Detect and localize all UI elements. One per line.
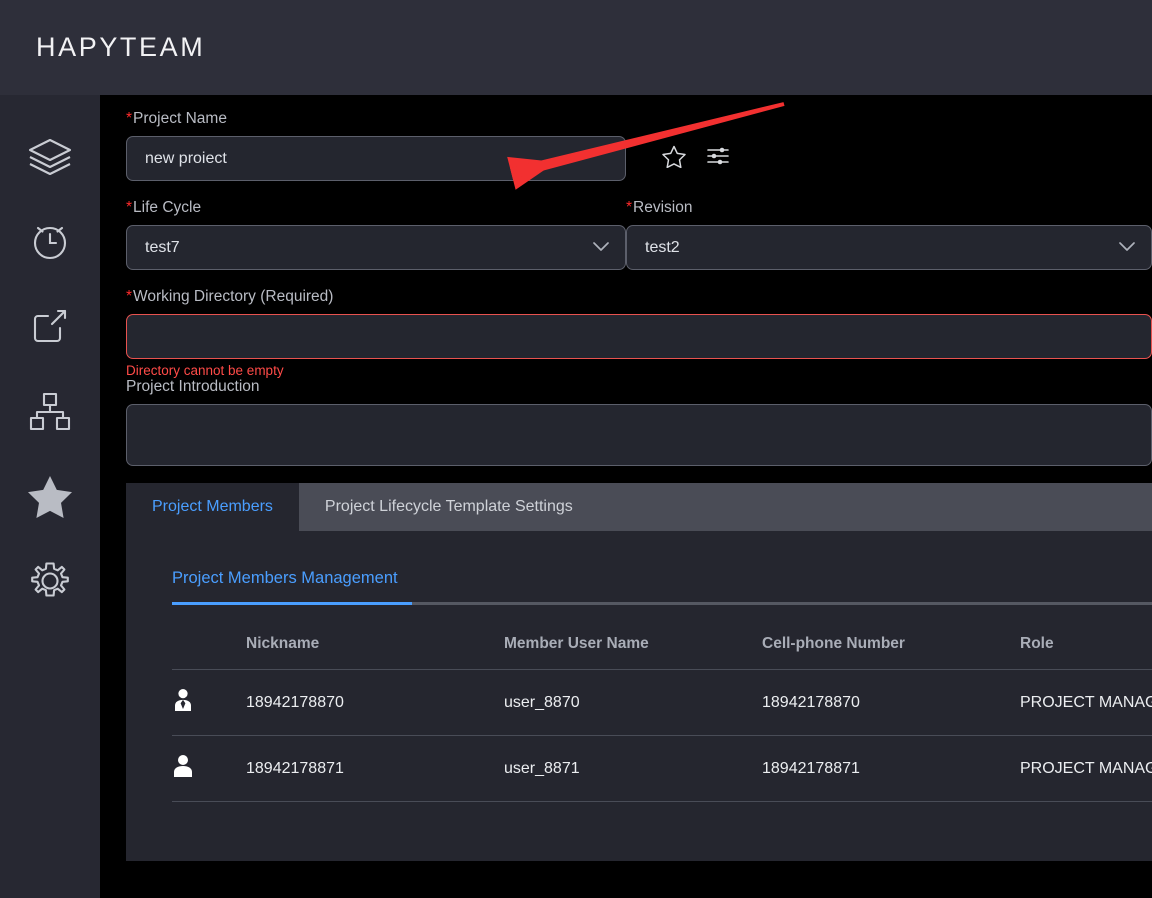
row-avatar-cell	[172, 669, 246, 736]
sidebar-item-export[interactable]	[0, 283, 100, 368]
working-directory-error: Directory cannot be empty	[126, 363, 284, 378]
table-row[interactable]: 18942178871 user_8871 18942178871 PROJEC…	[172, 735, 1152, 802]
cell-role: PROJECT MANAGER	[1020, 669, 1152, 736]
life-cycle-label: *Life Cycle	[126, 199, 202, 216]
column-member-user-name: Member User Name	[504, 635, 649, 652]
sliders-icon	[706, 145, 730, 172]
tab-project-lifecycle-template-settings[interactable]: Project Lifecycle Template Settings	[298, 483, 599, 531]
required-asterisk: *	[126, 288, 133, 305]
cell-nickname: 18942178871	[246, 735, 504, 802]
tab-project-members-label: Project Members	[152, 498, 273, 515]
person-tie-icon	[172, 688, 246, 717]
sidebar-item-favorites[interactable]	[0, 453, 100, 538]
app-brand-title: HAPYTEAM	[36, 32, 206, 62]
sidebar-item-layers[interactable]	[0, 113, 100, 198]
life-cycle-value: test7	[145, 238, 180, 256]
members-management-underline	[172, 602, 1152, 605]
chevron-down-icon	[593, 241, 609, 254]
required-asterisk: *	[126, 199, 133, 216]
app-header: HAPYTEAM	[0, 0, 1152, 95]
project-name-field-group: *Project Name	[100, 95, 1152, 181]
field-settings-button[interactable]	[706, 145, 730, 172]
column-cellphone-number: Cell-phone Number	[762, 635, 905, 652]
cell-username: user_8871	[504, 735, 762, 802]
column-nickname: Nickname	[246, 635, 320, 652]
life-cycle-select[interactable]: test7	[126, 225, 626, 270]
favorite-star-button[interactable]	[662, 145, 686, 173]
project-name-label: *Project Name	[126, 110, 227, 127]
person-icon	[172, 754, 246, 783]
sidebar-item-schedule[interactable]	[0, 198, 100, 283]
working-directory-input[interactable]	[126, 314, 1152, 359]
tab-project-members[interactable]: Project Members	[126, 483, 299, 531]
main-content: *Project Name new proiect *Life Cycle te…	[100, 95, 1152, 898]
cell-username: user_8870	[504, 669, 762, 736]
required-asterisk: *	[126, 110, 133, 127]
column-role: Role	[1020, 635, 1054, 652]
revision-select[interactable]: test2	[626, 225, 1152, 270]
sidebar-nav	[0, 95, 100, 898]
gear-icon	[27, 558, 73, 604]
share-export-icon	[28, 304, 72, 348]
cell-nickname: 18942178870	[246, 669, 504, 736]
table-header-row: Nickname Member User Name Cell-phone Num…	[172, 625, 1152, 670]
tabs-section: Project Members Project Lifecycle Templa…	[126, 483, 1152, 861]
cell-role: PROJECT MANAGER	[1020, 735, 1152, 802]
cell-cellphone: 18942178871	[762, 735, 1020, 802]
sidebar-item-structure[interactable]	[0, 368, 100, 453]
revision-label: *Revision	[626, 199, 693, 216]
chevron-down-icon	[1119, 241, 1135, 254]
tab-bar: Project Members Project Lifecycle Templa…	[126, 483, 1152, 531]
required-asterisk: *	[626, 199, 633, 216]
table-row[interactable]: 18942178870 user_8870 18942178870 PROJEC…	[172, 669, 1152, 736]
tab-bar-filler	[598, 483, 1152, 531]
tab-lifecycle-template-label: Project Lifecycle Template Settings	[324, 498, 573, 515]
sitemap-icon	[28, 389, 72, 433]
project-introduction-field-group: Project Introduction	[100, 378, 1152, 471]
column-avatar	[172, 625, 246, 670]
row-avatar-cell	[172, 735, 246, 802]
project-introduction-textarea[interactable]	[126, 404, 1152, 466]
app-root: HAPYTEAM *Project Name new proiect *Life…	[0, 0, 1152, 898]
working-directory-field-group: *Working Directory (Required) Directory …	[100, 288, 1152, 378]
project-members-panel: Project Members Management Nickname Memb…	[126, 531, 1152, 861]
revision-field-group: *Revision test2	[626, 199, 1152, 270]
revision-value: test2	[645, 238, 680, 256]
project-name-input[interactable]	[126, 136, 626, 181]
star-outline-icon	[662, 145, 686, 173]
layers-icon	[26, 134, 74, 178]
project-introduction-label: Project Introduction	[126, 378, 260, 395]
members-management-subtab[interactable]: Project Members Management	[172, 531, 1152, 588]
star-filled-icon	[26, 473, 74, 519]
sidebar-item-settings[interactable]	[0, 538, 100, 623]
members-table: Nickname Member User Name Cell-phone Num…	[172, 625, 1152, 802]
life-cycle-field-group: *Life Cycle test7	[100, 199, 626, 270]
lifecycle-revision-row: *Life Cycle test7 *Revision test2	[100, 199, 1152, 270]
cell-cellphone: 18942178870	[762, 669, 1020, 736]
alarm-clock-icon	[27, 218, 73, 264]
working-directory-label: *Working Directory (Required)	[126, 288, 334, 305]
members-management-underline-active	[172, 602, 412, 605]
